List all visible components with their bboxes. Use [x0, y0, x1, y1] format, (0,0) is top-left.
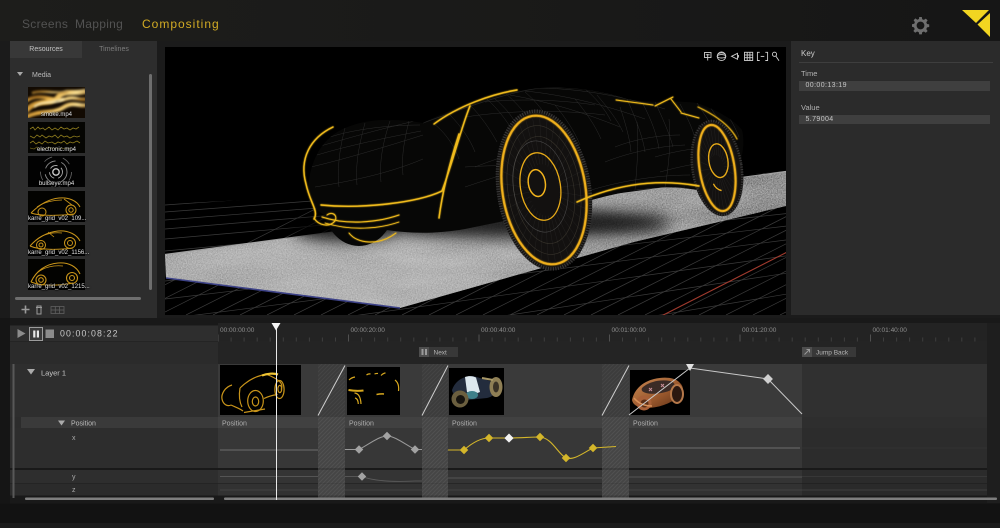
svg-text:Position: Position	[71, 421, 96, 428]
svg-text:Layer 1: Layer 1	[41, 369, 66, 378]
svg-text:Position: Position	[452, 421, 477, 428]
svg-text:00:00:00:00: 00:00:00:00	[220, 327, 255, 334]
svg-text:Next: Next	[434, 350, 448, 357]
svg-text:y: y	[72, 474, 76, 481]
svg-text:00:01:40:00: 00:01:40:00	[873, 327, 908, 334]
svg-text:00:00:08:22: 00:00:08:22	[60, 329, 119, 339]
svg-text:00:00:40:00: 00:00:40:00	[481, 327, 516, 334]
svg-text:Position: Position	[633, 421, 658, 428]
svg-text:z: z	[72, 487, 76, 494]
svg-text:00:01:20:00: 00:01:20:00	[742, 327, 777, 334]
svg-text:Position: Position	[222, 421, 247, 428]
svg-text:00:01:00:00: 00:01:00:00	[612, 327, 647, 334]
svg-text:00:00:20:00: 00:00:20:00	[351, 327, 386, 334]
svg-text:Jump Back: Jump Back	[816, 350, 849, 357]
svg-text:Position: Position	[349, 421, 374, 428]
svg-text:x: x	[72, 435, 76, 442]
